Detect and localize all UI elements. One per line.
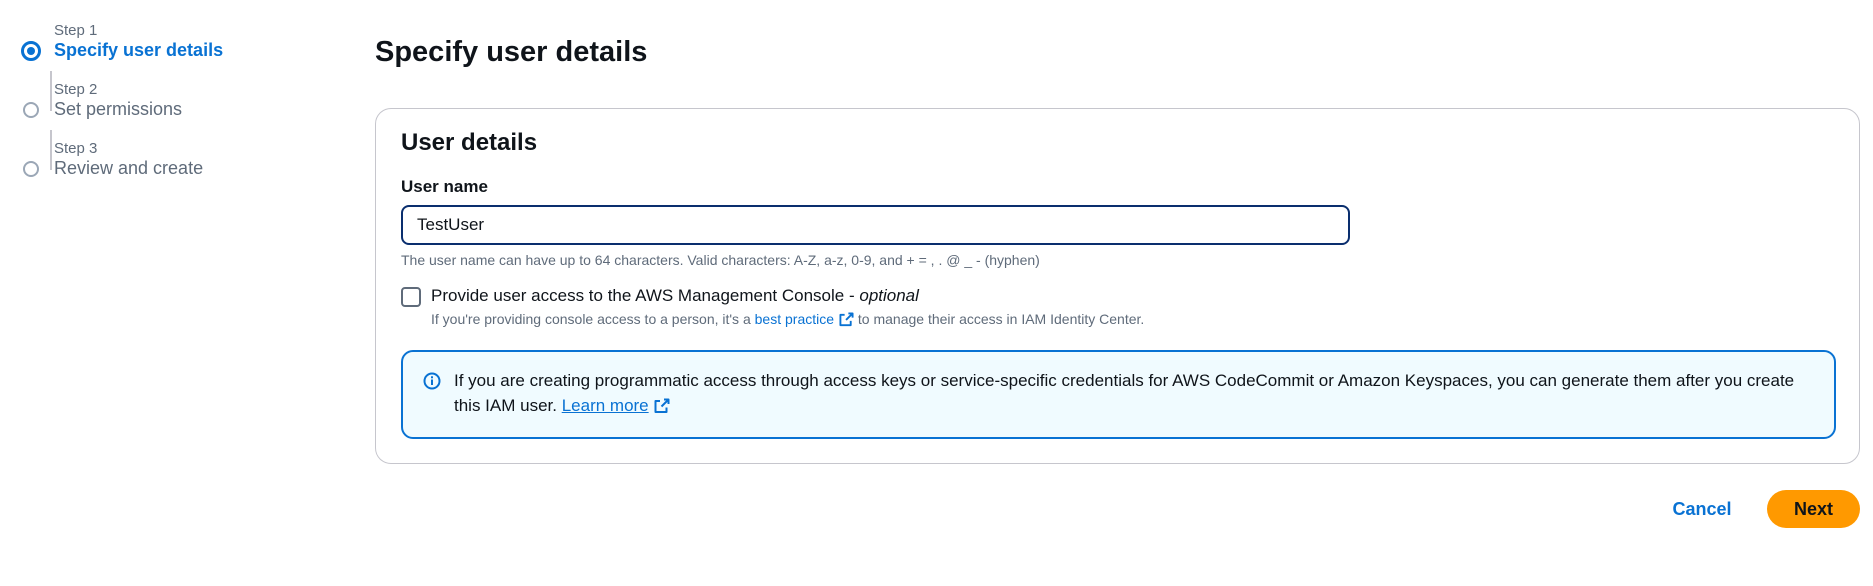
best-practice-link-text: best practice xyxy=(754,311,835,327)
learn-more-link-text: Learn more xyxy=(561,396,649,415)
page: Step 1 Specify user details Step 2 Set p… xyxy=(0,0,1873,586)
step-title: Set permissions xyxy=(54,99,183,119)
step-active-icon xyxy=(21,41,41,61)
info-icon xyxy=(423,372,441,390)
user-details-container: User details User name The user name can… xyxy=(375,108,1860,464)
optional-tag: optional xyxy=(859,286,919,305)
info-alert: If you are creating programmatic access … xyxy=(401,350,1836,439)
step-connector xyxy=(50,130,52,170)
step-inactive-icon xyxy=(23,161,39,177)
step-inactive-icon xyxy=(23,102,39,118)
cancel-button[interactable]: Cancel xyxy=(1660,490,1744,528)
step-title[interactable]: Specify user details xyxy=(54,40,223,61)
info-alert-text: If you are creating programmatic access … xyxy=(454,368,1824,418)
user-name-hint: The user name can have up to 64 characte… xyxy=(401,252,1040,268)
desc-text-after: to manage their access in IAM Identity C… xyxy=(854,311,1145,327)
step-number: Step 3 xyxy=(54,140,98,157)
page-title: Specify user details xyxy=(375,36,648,68)
user-name-label: User name xyxy=(401,177,488,196)
console-access-label-text: Provide user access to the AWS Managemen… xyxy=(431,286,860,305)
console-access-label[interactable]: Provide user access to the AWS Managemen… xyxy=(431,286,919,306)
step-connector xyxy=(50,71,52,111)
external-link-icon xyxy=(654,398,670,413)
step-title: Review and create xyxy=(54,158,204,178)
section-title: User details xyxy=(401,129,538,156)
console-access-checkbox[interactable] xyxy=(401,287,421,307)
console-access-description: If you're providing console access to a … xyxy=(431,311,1144,327)
user-name-input[interactable] xyxy=(401,205,1350,245)
learn-more-link[interactable]: Learn more xyxy=(562,396,670,415)
step-number: Step 1 xyxy=(54,22,98,39)
best-practice-link[interactable]: best practice xyxy=(755,311,854,327)
step-number: Step 2 xyxy=(54,81,98,98)
desc-text-before: If you're providing console access to a … xyxy=(431,311,755,327)
next-button[interactable]: Next xyxy=(1767,490,1860,528)
external-link-icon xyxy=(839,312,854,327)
